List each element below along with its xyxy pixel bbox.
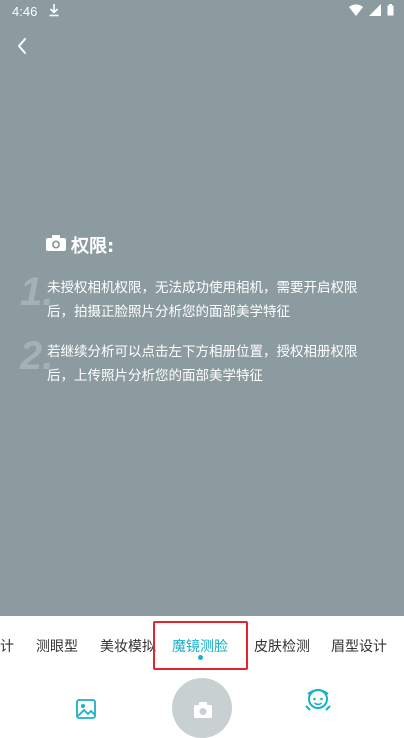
chevron-left-icon — [18, 38, 26, 54]
tab-skin-detection[interactable]: 皮肤检测 — [254, 636, 310, 656]
permission-title-text: 权限: — [71, 236, 115, 257]
back-button[interactable] — [10, 32, 38, 60]
face-icon — [305, 689, 331, 711]
beauty-analysis-button[interactable] — [302, 684, 334, 716]
album-button[interactable] — [75, 698, 97, 720]
status-icons — [349, 4, 394, 20]
mode-tab-bar: 计 测眼型 美妆模拟 魔镜测脸 皮肤检测 眉型设计 — [0, 616, 404, 674]
status-time: 4:46 — [12, 4, 38, 19]
tab-eye-shape[interactable]: 测眼型 — [36, 636, 78, 656]
permission-item-text: 若继续分析可以点击左下方相册位置，授权相册权限后，上传照片分析您的面部美学特征 — [47, 344, 358, 384]
status-bar: 4:46 — [0, 0, 404, 24]
shutter-camera-icon — [193, 700, 213, 720]
camera-icon — [45, 234, 67, 257]
permission-title: 权限: — [45, 232, 114, 258]
active-tab-indicator — [198, 655, 203, 660]
image-icon — [76, 699, 96, 719]
tab-magic-mirror-face-test[interactable]: 魔镜测脸 — [172, 636, 228, 656]
permission-item-text: 未授权相机权限，无法成功使用相机，需要开启权限后，拍摄正脸照片分析您的面部美学特… — [47, 280, 358, 320]
tab-eyebrow-design[interactable]: 眉型设计 — [331, 636, 387, 656]
signal-icon — [369, 4, 381, 20]
tab-partial[interactable]: 计 — [0, 636, 14, 656]
download-icon — [48, 3, 60, 21]
tab-makeup-simulation[interactable]: 美妆模拟 — [100, 636, 156, 656]
wifi-icon — [349, 4, 363, 20]
battery-icon — [387, 4, 394, 20]
